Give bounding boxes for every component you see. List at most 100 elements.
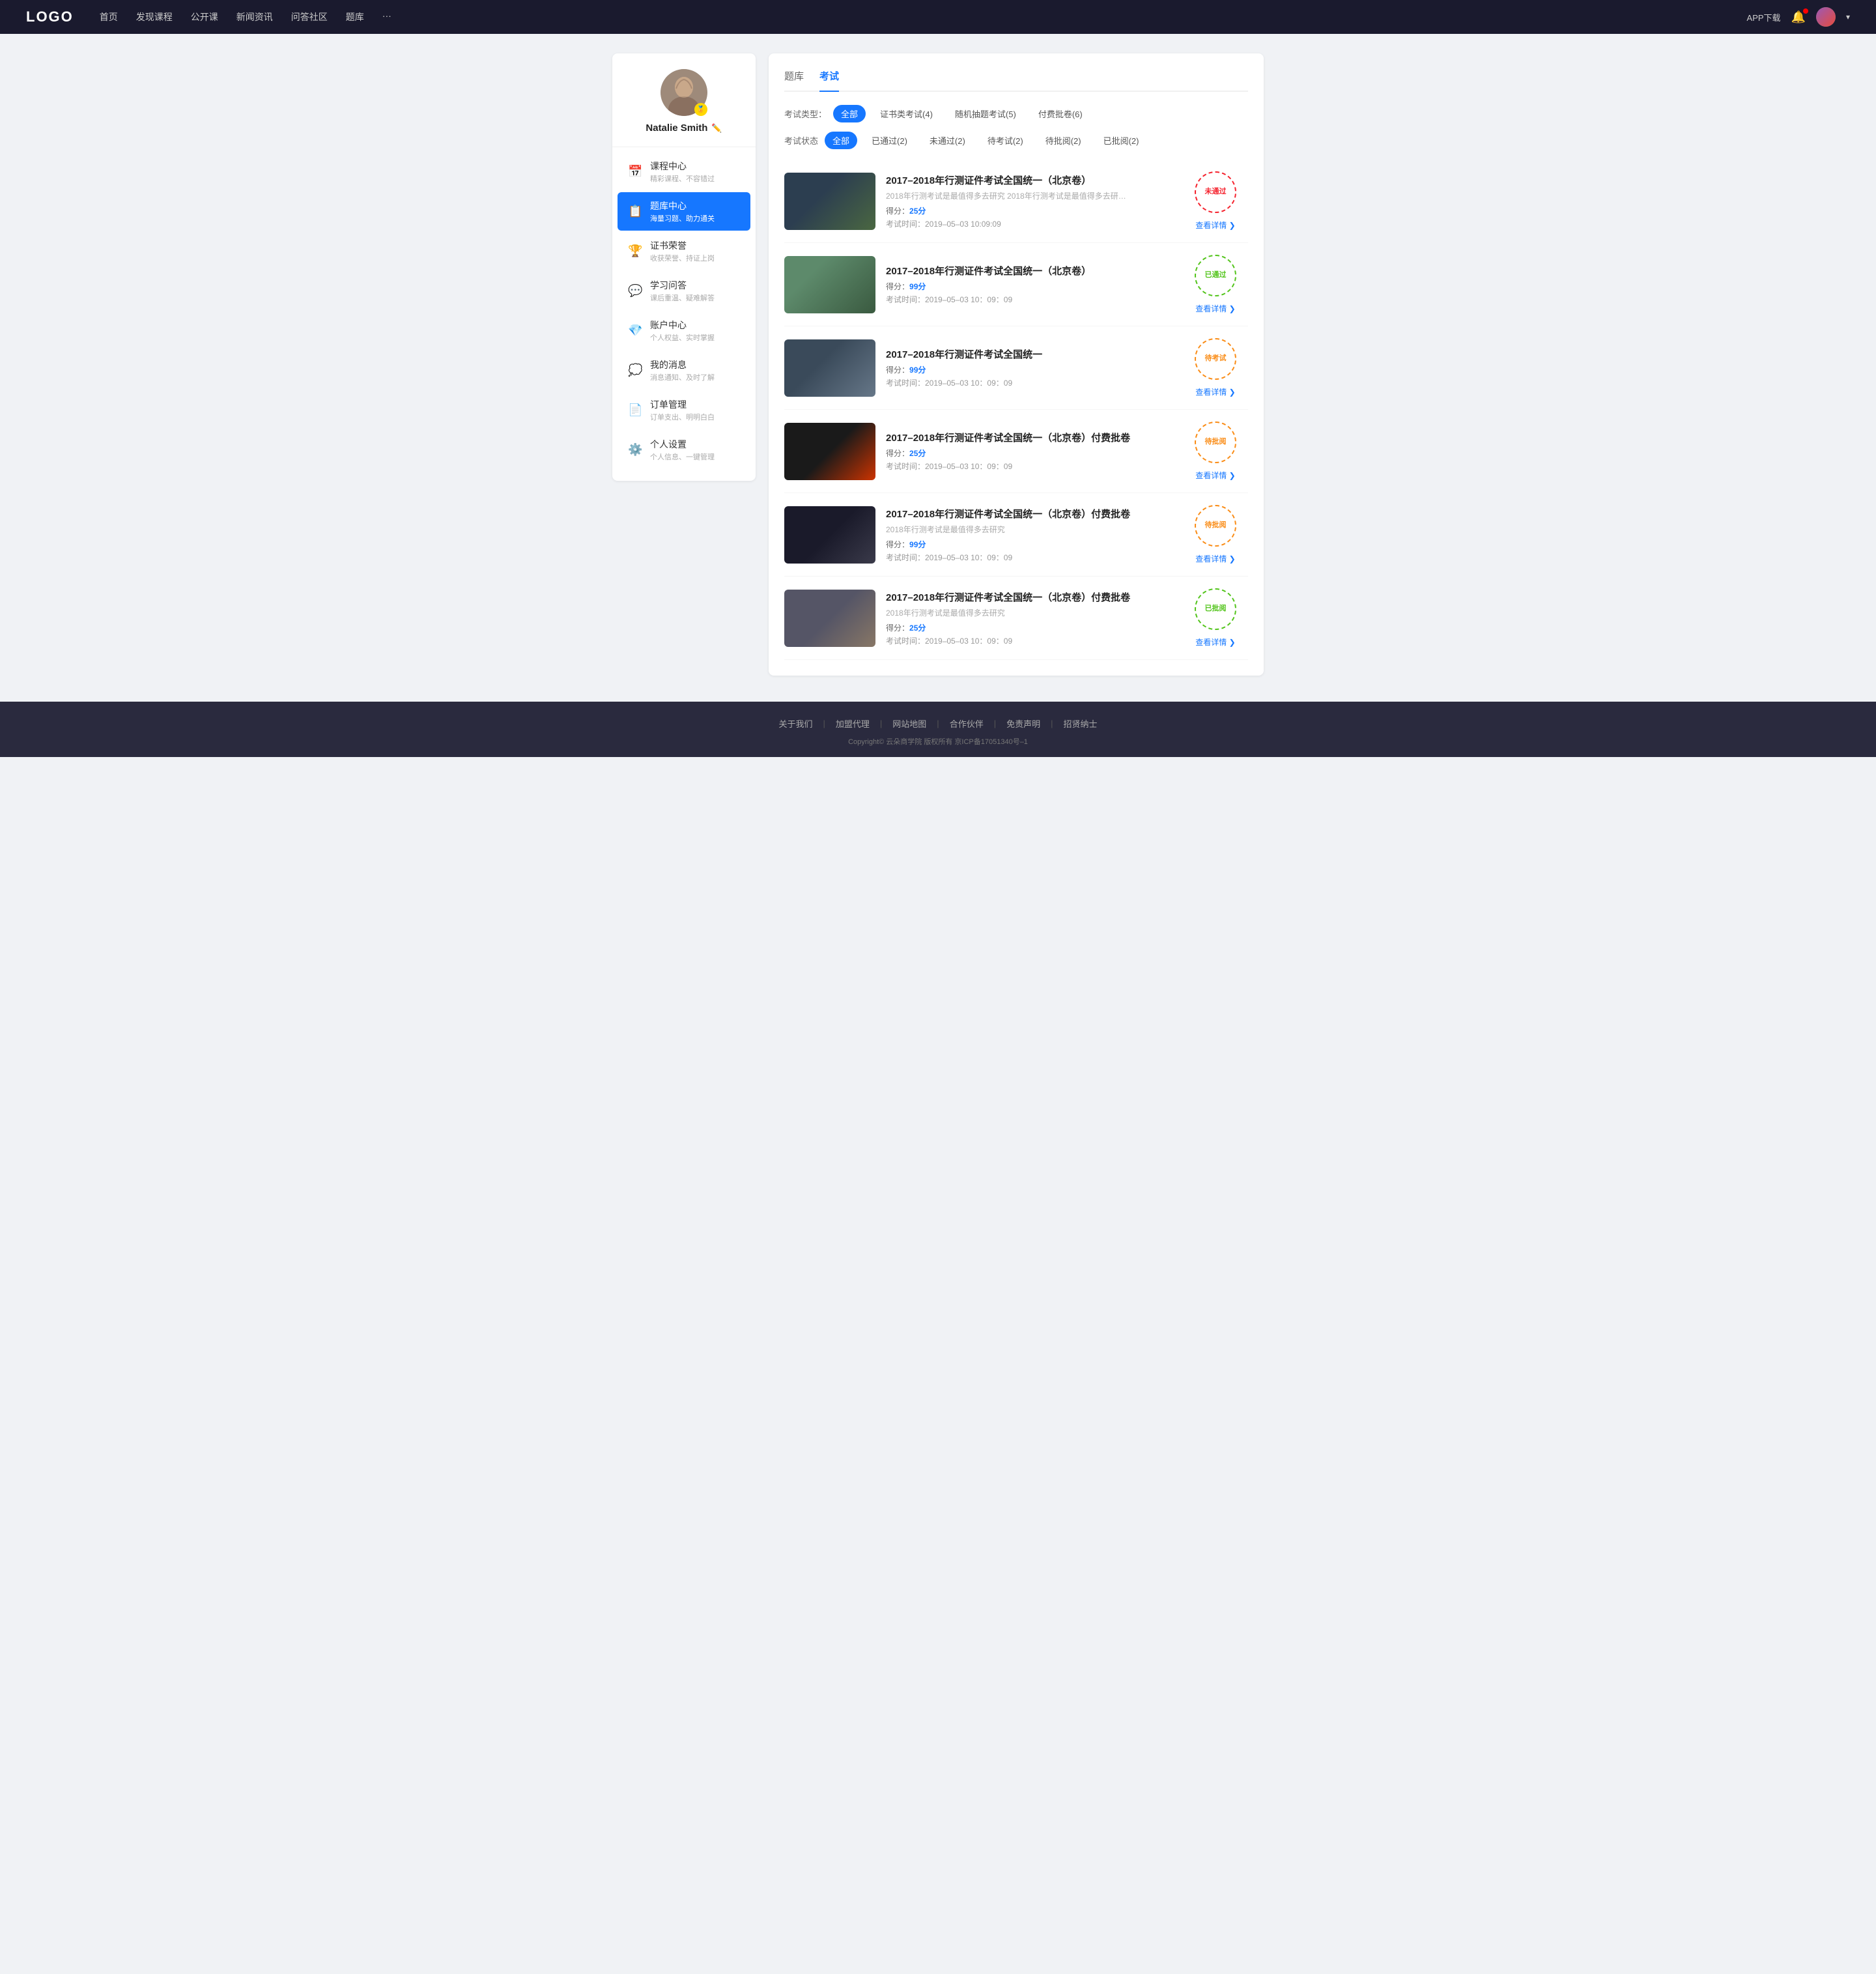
exam-status-stamp: 待批阅 (1195, 422, 1236, 463)
main-nav: 首页 发现课程 公开课 新闻资讯 问答社区 题库 ··· (100, 10, 1747, 23)
filter-type-tag[interactable]: 随机抽题考试(5) (947, 105, 1024, 122)
menu-subtitle: 收获荣誉、持证上岗 (650, 253, 715, 263)
exam-time: 考试时间：2019–05–03 10：09：09 (886, 294, 1172, 305)
sidebar-menu-item[interactable]: 📅 课程中心 精彩课程、不容错过 (618, 152, 750, 191)
sidebar-profile: 🏅 Natalie Smith ✏️ (612, 69, 756, 147)
edit-profile-icon[interactable]: ✏️ (711, 123, 722, 134)
exam-right: 未通过 查看详情 ❯ (1183, 171, 1248, 231)
menu-text: 学习问答 课后重温、疑难解答 (650, 279, 715, 303)
exam-info: 2017–2018年行测证件考试全国统一（北京卷） 得分：99分 考试时间：20… (886, 264, 1172, 305)
exam-item: 2017–2018年行测证件考试全国统一（北京卷）付费批卷 2018年行测考试是… (784, 577, 1248, 660)
exam-thumbnail (784, 173, 875, 230)
exam-detail-link[interactable]: 查看详情 ❯ (1195, 470, 1235, 481)
sidebar-menu-item[interactable]: ⚙️ 个人设置 个人信息、一键管理 (618, 431, 750, 469)
exam-score-value: 25分 (909, 623, 926, 633)
exam-item: 2017–2018年行测证件考试全国统一（北京卷） 2018年行测考试是最值得多… (784, 160, 1248, 243)
menu-title: 账户中心 (650, 319, 715, 332)
footer-link[interactable]: 加盟代理 (825, 717, 880, 730)
filter-status-tag[interactable]: 已通过(2) (864, 132, 915, 149)
menu-subtitle: 课后重温、疑难解答 (650, 293, 715, 303)
exam-thumbnail (784, 256, 875, 313)
app-download-link[interactable]: APP下载 (1747, 11, 1781, 23)
exam-score: 得分：99分 (886, 281, 1172, 292)
nav-item[interactable]: 题库 (346, 10, 364, 23)
main-layout: 🏅 Natalie Smith ✏️ 📅 课程中心 精彩课程、不容错过 📋 题库… (612, 34, 1264, 702)
filter-status-tag[interactable]: 未通过(2) (922, 132, 973, 149)
nav-item[interactable]: 问答社区 (291, 10, 328, 23)
exam-item: 2017–2018年行测证件考试全国统一（北京卷）付费批卷 得分：25分 考试时… (784, 410, 1248, 493)
menu-text: 个人设置 个人信息、一键管理 (650, 438, 715, 462)
filter-type-tag[interactable]: 全部 (833, 105, 866, 122)
sidebar-menu-item[interactable]: 📋 题库中心 海量习题、助力通关 (618, 192, 750, 231)
footer-link[interactable]: 招贤纳士 (1053, 717, 1108, 730)
header-right: APP下载 🔔 ▾ (1747, 7, 1850, 27)
nav-item[interactable]: ··· (382, 10, 391, 23)
notification-bell[interactable]: 🔔 (1791, 10, 1806, 24)
exam-status-stamp: 已通过 (1195, 255, 1236, 296)
footer-link[interactable]: 免责声明 (996, 717, 1051, 730)
filter-status-tag[interactable]: 全部 (825, 132, 857, 149)
filter-type-tag[interactable]: 证书类考试(4) (872, 105, 941, 122)
exam-detail-link[interactable]: 查看详情 ❯ (1195, 303, 1235, 314)
exam-status-stamp: 已批阅 (1195, 588, 1236, 630)
exam-right: 已通过 查看详情 ❯ (1183, 255, 1248, 314)
exam-detail-link[interactable]: 查看详情 ❯ (1195, 637, 1235, 648)
menu-title: 个人设置 (650, 438, 715, 451)
footer: 关于我们|加盟代理|网站地图|合作伙伴|免责声明|招贤纳士 Copyright©… (0, 702, 1876, 757)
exam-status-stamp: 未通过 (1195, 171, 1236, 213)
nav-item[interactable]: 新闻资讯 (236, 10, 273, 23)
footer-links: 关于我们|加盟代理|网站地图|合作伙伴|免责声明|招贤纳士 (0, 717, 1876, 730)
nav-item[interactable]: 首页 (100, 10, 118, 23)
menu-text: 账户中心 个人权益、实时掌握 (650, 319, 715, 343)
exam-detail-link[interactable]: 查看详情 ❯ (1195, 386, 1235, 397)
menu-icon: ⚙️ (628, 443, 642, 457)
footer-link[interactable]: 合作伙伴 (939, 717, 994, 730)
menu-icon: 💎 (628, 324, 642, 337)
menu-icon: 📄 (628, 403, 642, 417)
exam-detail-link[interactable]: 查看详情 ❯ (1195, 220, 1235, 231)
sidebar-menu-item[interactable]: 📄 订单管理 订单支出、明明白白 (618, 391, 750, 429)
exam-info: 2017–2018年行测证件考试全国统一（北京卷）付费批卷 2018年行测考试是… (886, 507, 1172, 563)
content-tab[interactable]: 题库 (784, 69, 804, 91)
menu-subtitle: 订单支出、明明白白 (650, 412, 715, 422)
menu-text: 题库中心 海量习题、助力通关 (650, 199, 715, 223)
nav-item[interactable]: 发现课程 (136, 10, 173, 23)
exam-time: 考试时间：2019–05–03 10:09:09 (886, 218, 1172, 229)
sidebar: 🏅 Natalie Smith ✏️ 📅 课程中心 精彩课程、不容错过 📋 题库… (612, 53, 756, 481)
exam-detail-link[interactable]: 查看详情 ❯ (1195, 553, 1235, 564)
filter-type-tag[interactable]: 付费批卷(6) (1030, 105, 1090, 122)
header: LOGO 首页 发现课程 公开课 新闻资讯 问答社区 题库 ··· APP下载 🔔 ▾ (0, 0, 1876, 34)
content-tab[interactable]: 考试 (819, 69, 839, 91)
menu-subtitle: 海量习题、助力通关 (650, 213, 715, 223)
user-avatar[interactable] (1816, 7, 1836, 27)
sidebar-menu-item[interactable]: 💎 账户中心 个人权益、实时掌握 (618, 311, 750, 350)
menu-icon: 🏆 (628, 244, 642, 258)
nav-item[interactable]: 公开课 (191, 10, 218, 23)
footer-link[interactable]: 网站地图 (882, 717, 937, 730)
menu-title: 学习问答 (650, 279, 715, 292)
logo: LOGO (26, 8, 74, 25)
exam-right: 已批阅 查看详情 ❯ (1183, 588, 1248, 648)
sidebar-menu-item[interactable]: 🏆 证书荣誉 收获荣誉、持证上岗 (618, 232, 750, 270)
exam-item: 2017–2018年行测证件考试全国统一（北京卷）付费批卷 2018年行测考试是… (784, 493, 1248, 577)
exam-right: 待批阅 查看详情 ❯ (1183, 505, 1248, 564)
menu-icon: 💬 (628, 284, 642, 298)
content-area: 题库考试 考试类型：全部证书类考试(4)随机抽题考试(5)付费批卷(6) 考试状… (769, 53, 1264, 676)
user-dropdown-arrow[interactable]: ▾ (1846, 12, 1850, 21)
exam-score-value: 25分 (909, 449, 926, 458)
sidebar-menu-item[interactable]: 💬 学习问答 课后重温、疑难解答 (618, 272, 750, 310)
exam-desc: 2018年行测考试是最值得多去研究 (886, 524, 1133, 535)
exam-item: 2017–2018年行测证件考试全国统一 得分：99分 考试时间：2019–05… (784, 326, 1248, 410)
filter-status-tag[interactable]: 待批阅(2) (1038, 132, 1089, 149)
exam-info: 2017–2018年行测证件考试全国统一（北京卷） 2018年行测考试是最值得多… (886, 173, 1172, 229)
filter-status-tag[interactable]: 待考试(2) (980, 132, 1031, 149)
menu-title: 订单管理 (650, 398, 715, 411)
filter-status-tag[interactable]: 已批阅(2) (1096, 132, 1147, 149)
sidebar-menu-item[interactable]: 💭 我的消息 消息通知、及时了解 (618, 351, 750, 390)
menu-icon: 📅 (628, 165, 642, 179)
menu-icon: 💭 (628, 364, 642, 377)
footer-link[interactable]: 关于我们 (768, 717, 823, 730)
exam-info: 2017–2018年行测证件考试全国统一（北京卷）付费批卷 2018年行测考试是… (886, 590, 1172, 646)
exam-time: 考试时间：2019–05–03 10：09：09 (886, 461, 1172, 472)
exam-title: 2017–2018年行测证件考试全国统一 (886, 347, 1172, 361)
